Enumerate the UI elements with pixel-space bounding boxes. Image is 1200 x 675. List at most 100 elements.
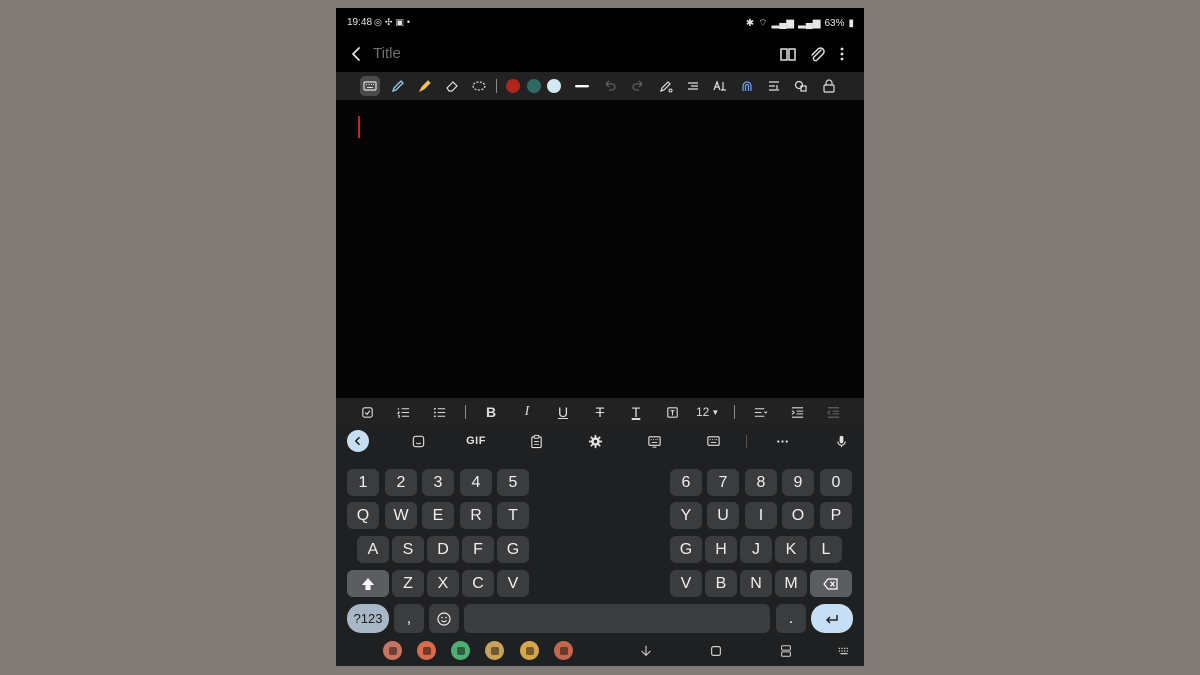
- strikethrough-button[interactable]: T: [590, 402, 610, 422]
- highlighter-tool-button[interactable]: [415, 76, 435, 96]
- color-swatch-light-blue[interactable]: [547, 79, 561, 93]
- key-h[interactable]: H: [705, 536, 737, 563]
- note-title-input[interactable]: Title: [373, 45, 401, 62]
- outdent-button[interactable]: [823, 402, 843, 422]
- key-d[interactable]: D: [427, 536, 459, 563]
- redo-button[interactable]: [628, 76, 648, 96]
- keyboard-collapse-button[interactable]: [347, 430, 369, 452]
- app-whatsapp-icon[interactable]: [451, 641, 470, 660]
- reading-mode-button[interactable]: [777, 43, 799, 65]
- app-chrome-icon[interactable]: [554, 641, 573, 660]
- voice-input-button[interactable]: [831, 431, 851, 451]
- color-swatch-teal[interactable]: [527, 79, 541, 93]
- shift-key[interactable]: [347, 570, 389, 597]
- key-e[interactable]: E: [422, 502, 454, 529]
- numbered-list-button[interactable]: [393, 402, 413, 422]
- undo-button[interactable]: [600, 76, 620, 96]
- shapes-button[interactable]: [791, 76, 811, 96]
- handwriting-to-text-button[interactable]: [710, 76, 730, 96]
- key-v-right[interactable]: V: [670, 570, 702, 597]
- attach-button[interactable]: [806, 43, 828, 65]
- key-n[interactable]: N: [740, 570, 772, 597]
- key-5[interactable]: 5: [497, 469, 529, 496]
- space-key[interactable]: [464, 604, 770, 633]
- key-i[interactable]: I: [745, 502, 777, 529]
- period-key[interactable]: .: [776, 604, 806, 633]
- key-6[interactable]: 6: [670, 469, 702, 496]
- key-y[interactable]: Y: [670, 502, 702, 529]
- key-0[interactable]: 0: [820, 469, 852, 496]
- key-7[interactable]: 7: [707, 469, 739, 496]
- note-canvas[interactable]: [336, 100, 864, 398]
- key-f[interactable]: F: [462, 536, 494, 563]
- lock-button[interactable]: [819, 76, 839, 96]
- app-files-icon[interactable]: [520, 641, 539, 660]
- pen-thickness-button[interactable]: [572, 76, 592, 96]
- more-options-button[interactable]: [772, 431, 792, 451]
- key-m[interactable]: M: [775, 570, 807, 597]
- comma-key[interactable]: ,: [394, 604, 424, 633]
- eraser-tool-button[interactable]: [442, 76, 462, 96]
- lasso-tool-button[interactable]: [469, 76, 489, 96]
- key-v-left[interactable]: V: [497, 570, 529, 597]
- key-g-right[interactable]: G: [670, 536, 702, 563]
- bold-button[interactable]: B: [481, 402, 501, 422]
- font-size-dropdown[interactable]: 12 ▼: [696, 402, 719, 422]
- key-u[interactable]: U: [707, 502, 739, 529]
- app-samsung-notes-icon[interactable]: [383, 641, 402, 660]
- checklist-button[interactable]: [357, 402, 377, 422]
- key-g-left[interactable]: G: [497, 536, 529, 563]
- app-google-icon[interactable]: [485, 641, 504, 660]
- gif-button[interactable]: GIF: [466, 431, 486, 451]
- key-9[interactable]: 9: [782, 469, 814, 496]
- clipboard-button[interactable]: [526, 431, 546, 451]
- key-w[interactable]: W: [385, 502, 417, 529]
- key-8[interactable]: 8: [745, 469, 777, 496]
- floating-keyboard-button[interactable]: [644, 431, 664, 451]
- key-1[interactable]: 1: [347, 469, 379, 496]
- key-a[interactable]: A: [357, 536, 389, 563]
- keyboard-layout-button[interactable]: [703, 431, 723, 451]
- color-swatch-red[interactable]: [506, 79, 520, 93]
- text-style-button[interactable]: [683, 76, 703, 96]
- key-b[interactable]: B: [705, 570, 737, 597]
- key-k[interactable]: K: [775, 536, 807, 563]
- home-button[interactable]: [707, 642, 725, 660]
- key-j[interactable]: J: [740, 536, 772, 563]
- ai-assist-button[interactable]: [737, 76, 757, 96]
- pen-settings-button[interactable]: [656, 76, 676, 96]
- key-r[interactable]: R: [460, 502, 492, 529]
- pen-tool-button[interactable]: [388, 76, 408, 96]
- key-l[interactable]: L: [810, 536, 842, 563]
- key-q[interactable]: Q: [347, 502, 379, 529]
- indent-button[interactable]: [787, 402, 807, 422]
- key-t[interactable]: T: [497, 502, 529, 529]
- key-2[interactable]: 2: [385, 469, 417, 496]
- keyboard-mode-button[interactable]: [360, 76, 380, 96]
- text-align-button[interactable]: [764, 76, 784, 96]
- key-4[interactable]: 4: [460, 469, 492, 496]
- sticker-button[interactable]: [408, 431, 428, 451]
- recents-button[interactable]: [777, 642, 795, 660]
- key-c[interactable]: C: [462, 570, 494, 597]
- paragraph-align-dropdown[interactable]: [750, 402, 770, 422]
- italic-button[interactable]: I: [517, 402, 537, 422]
- back-button[interactable]: [346, 44, 366, 64]
- enter-key[interactable]: [811, 604, 853, 633]
- more-options-button[interactable]: [831, 43, 853, 65]
- symbols-key[interactable]: ?123: [347, 604, 389, 633]
- emoji-key[interactable]: [429, 604, 459, 633]
- keyboard-switch-button[interactable]: [835, 642, 853, 660]
- key-s[interactable]: S: [392, 536, 424, 563]
- hide-keyboard-button[interactable]: [637, 642, 655, 660]
- underline-button[interactable]: U: [553, 402, 573, 422]
- key-o[interactable]: O: [782, 502, 814, 529]
- key-x[interactable]: X: [427, 570, 459, 597]
- text-color-button[interactable]: T: [626, 402, 646, 422]
- key-z[interactable]: Z: [392, 570, 424, 597]
- bullet-list-button[interactable]: [429, 402, 449, 422]
- keyboard-settings-button[interactable]: [585, 431, 605, 451]
- key-p[interactable]: P: [820, 502, 852, 529]
- app-link-icon[interactable]: [417, 641, 436, 660]
- backspace-key[interactable]: [810, 570, 852, 597]
